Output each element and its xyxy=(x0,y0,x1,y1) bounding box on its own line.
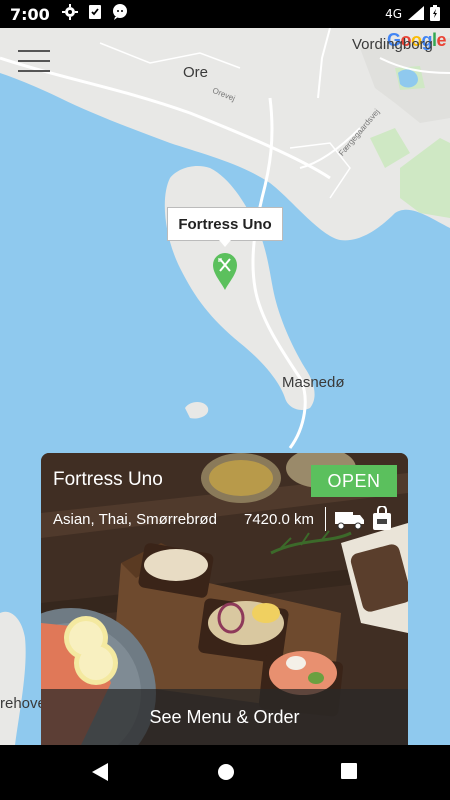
clipboard-check-icon xyxy=(88,4,102,25)
menu-icon-bar xyxy=(18,60,50,62)
shopping-bag-icon xyxy=(372,505,392,530)
navigation-bar xyxy=(0,745,450,800)
network-type: 4G xyxy=(385,7,402,21)
status-time: 7:00 xyxy=(10,4,50,24)
signal-icon xyxy=(408,5,424,23)
menu-icon-bar xyxy=(18,50,50,52)
fork-knife-icon xyxy=(213,253,237,290)
map-label-vordingborg: Vordingborg xyxy=(352,36,433,53)
battery-icon xyxy=(430,4,440,24)
home-icon[interactable] xyxy=(216,762,236,787)
see-menu-order-button[interactable]: See Menu & Order xyxy=(41,689,408,745)
cuisine-list: Asian, Thai, Smørrebrød xyxy=(53,511,217,528)
hamburger-menu-button[interactable] xyxy=(18,50,50,74)
menu-icon-bar xyxy=(18,70,50,72)
message-icon xyxy=(112,3,128,25)
marker-info-window[interactable]: Fortress Uno xyxy=(167,207,283,247)
back-icon[interactable] xyxy=(91,762,109,787)
gear-icon xyxy=(61,3,78,25)
divider xyxy=(325,507,326,531)
distance-value: 7420.0 km xyxy=(244,511,315,528)
map-label-ore: Ore xyxy=(183,64,209,81)
recents-icon[interactable] xyxy=(340,762,358,785)
info-window-title: Fortress Uno xyxy=(178,215,272,233)
map-label-rehove: rehove xyxy=(0,695,46,712)
status-bar: 7:00 4G xyxy=(0,0,450,28)
restaurant-name: Fortress Uno xyxy=(53,469,163,490)
delivery-truck-icon xyxy=(335,509,365,531)
restaurant-marker[interactable] xyxy=(211,252,239,290)
status-badge: OPEN xyxy=(311,465,397,497)
restaurant-card[interactable]: Fortress Uno OPEN Asian, Thai, Smørrebrø… xyxy=(41,453,408,745)
map-label-masnedo: Masnedø xyxy=(282,374,345,391)
